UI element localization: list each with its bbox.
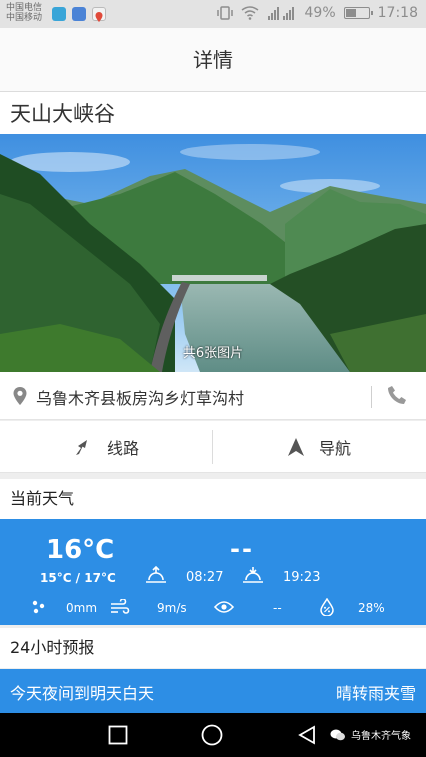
wechat-icon: [330, 729, 345, 740]
rain-drops-icon: [32, 600, 45, 614]
status-icons: 49% 17:18: [216, 5, 418, 21]
divider: [371, 386, 372, 408]
back-button[interactable]: [297, 725, 317, 749]
address-row: 乌鲁木齐县板房沟乡灯草沟村: [0, 372, 426, 420]
route-button[interactable]: 线路: [0, 421, 212, 473]
navigate-label: 导航: [318, 439, 351, 458]
route-label: 线路: [106, 439, 139, 458]
carrier-info: 中国电信 中国移动: [6, 3, 42, 23]
home-button[interactable]: [201, 724, 223, 750]
wifi-icon: [241, 6, 258, 20]
navigate-button[interactable]: 导航: [213, 421, 425, 473]
signal-icon: [267, 7, 294, 20]
navigation-arrow-icon: [287, 438, 304, 456]
phone-icon: [388, 386, 406, 404]
forecast-condition: 晴转雨夹雪: [335, 684, 416, 703]
carrier-line-1: 中国电信: [6, 3, 43, 13]
notification-app-icon: [52, 7, 66, 21]
title-bar: 详情: [0, 28, 426, 92]
forecast-heading: 24小时预报: [0, 628, 426, 668]
forecast-bar: 今天夜间到明天白天 晴转雨夹雪: [0, 669, 426, 713]
watermark-text: 乌鲁木齐气象: [351, 731, 411, 742]
current-condition-value: --: [230, 535, 254, 563]
recents-button[interactable]: [108, 725, 128, 749]
home-icon: [201, 724, 223, 746]
call-button[interactable]: [386, 384, 408, 410]
eye-icon: [214, 601, 234, 613]
precipitation-value: 0mm: [66, 601, 98, 615]
location-pin-icon: [13, 387, 27, 405]
current-weather-heading: 当前天气: [0, 479, 426, 519]
scenic-photo[interactable]: 共6张图片: [0, 134, 426, 372]
wind-icon: [111, 599, 130, 614]
action-row: 线路 导航: [0, 421, 426, 473]
sunrise-icon: [146, 565, 166, 583]
sunset-icon: [243, 567, 263, 583]
wind-value: 9m/s: [157, 601, 187, 615]
scenic-photo-image: [0, 134, 426, 372]
page-title: 详情: [193, 48, 233, 72]
place-name: 天山大峡谷: [0, 92, 426, 134]
maps-app-icon: [92, 7, 106, 22]
battery-icon: [343, 7, 373, 19]
photo-count-label: 共6张图片: [182, 346, 244, 361]
gallery-app-icon: [72, 7, 86, 21]
watermark: 乌鲁木齐气象: [330, 727, 411, 742]
vibrate-icon: [216, 6, 233, 20]
current-weather-panel: 16°C 15°C / 17°C -- 08:27 19:23 0mm 9m/s…: [0, 519, 426, 625]
sunset-time: 19:23: [283, 570, 321, 585]
forecast-period: 今天夜间到明天白天: [10, 684, 155, 703]
status-bar: 中国电信 中国移动 49% 17:18: [0, 0, 426, 28]
temperature-range: 15°C / 17°C: [40, 571, 116, 585]
sunrise-time: 08:27: [186, 570, 224, 585]
humidity-icon: [320, 598, 334, 616]
back-icon: [298, 725, 315, 745]
battery-percent: 49%: [304, 5, 336, 21]
humidity-value: 28%: [358, 601, 385, 615]
route-icon: [75, 440, 87, 455]
carrier-line-2: 中国移动: [6, 13, 43, 23]
address-text: 乌鲁木齐县板房沟乡灯草沟村: [36, 389, 245, 408]
current-temperature: 16°C: [46, 535, 115, 565]
visibility-value: --: [273, 601, 282, 615]
clock: 17:18: [377, 5, 418, 21]
recents-icon: [108, 725, 128, 745]
